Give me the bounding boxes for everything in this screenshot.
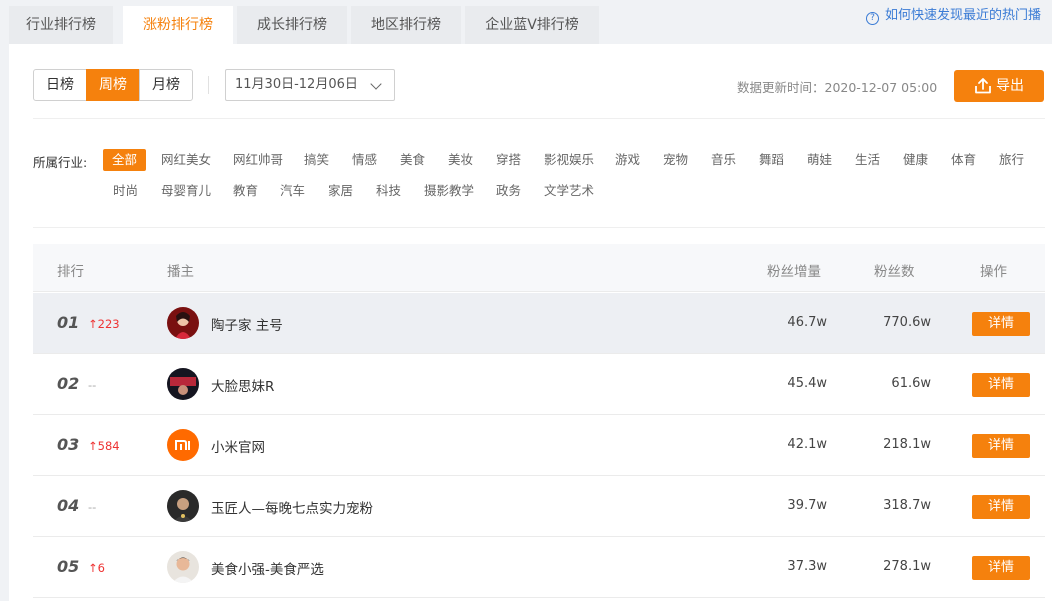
rank-number: 03 <box>57 435 80 454</box>
tab-fan-growth-ranking[interactable]: 涨粉排行榜 <box>123 6 233 44</box>
fan-count: 218.1w <box>883 437 931 452</box>
rank-change: ↑584 <box>88 439 120 453</box>
chevron-down-icon <box>370 78 382 90</box>
industry-chip[interactable]: 文学艺术 <box>544 180 594 202</box>
column-action: 操作 <box>980 264 1007 280</box>
fan-increase: 37.3w <box>787 559 827 574</box>
avatar[interactable] <box>167 368 199 400</box>
main-panel: 日榜 周榜 月榜 11月30日-12月06日 数据更新时间：2020-12-07… <box>9 44 1052 601</box>
update-time: 数据更新时间：2020-12-07 05:00 <box>737 80 938 95</box>
industry-chip[interactable]: 搞笑 <box>304 149 329 171</box>
period-weekly-button[interactable]: 周榜 <box>86 69 140 101</box>
divider <box>33 118 1045 119</box>
industry-chip[interactable]: 健康 <box>903 149 928 171</box>
period-monthly-button[interactable]: 月榜 <box>139 69 193 101</box>
export-button[interactable]: 导出 <box>954 70 1044 102</box>
fan-increase: 46.7w <box>787 315 827 330</box>
host-name[interactable]: 小米官网 <box>211 436 265 456</box>
fan-increase: 45.4w <box>787 376 827 391</box>
rank-number: 02 <box>57 374 80 393</box>
table-row[interactable]: 05 ↑6 美食小强-美食严选 37.3w 278.1w 详情 <box>33 537 1045 598</box>
host-name[interactable]: 陶子家 主号 <box>211 314 283 334</box>
industry-chip[interactable]: 旅行 <box>999 149 1024 171</box>
industry-chip[interactable]: 生活 <box>855 149 880 171</box>
industry-chip[interactable]: 汽车 <box>280 180 305 202</box>
industry-chip[interactable]: 萌娃 <box>807 149 832 171</box>
industry-chip[interactable]: 网红美女 <box>161 149 211 171</box>
detail-button[interactable]: 详情 <box>972 556 1030 580</box>
industry-chip[interactable]: 全部 <box>103 149 146 171</box>
divider <box>208 76 209 94</box>
industry-chip[interactable]: 舞蹈 <box>759 149 784 171</box>
detail-button[interactable]: 详情 <box>972 495 1030 519</box>
industry-chip[interactable]: 网红帅哥 <box>233 149 283 171</box>
avatar[interactable] <box>167 307 199 339</box>
industry-chip[interactable]: 教育 <box>233 180 258 202</box>
host-name[interactable]: 大脸思妹R <box>211 375 274 395</box>
question-icon: ? <box>866 12 879 25</box>
tab-enterprise-v-ranking[interactable]: 企业蓝V排行榜 <box>465 6 599 44</box>
host-name[interactable]: 美食小强-美食严选 <box>211 558 324 578</box>
fan-count: 278.1w <box>883 559 931 574</box>
table-header: 排行 播主 粉丝增量 粉丝数 操作 <box>33 244 1045 292</box>
industry-chip[interactable]: 美食 <box>400 149 425 171</box>
industry-chip[interactable]: 体育 <box>951 149 976 171</box>
period-daily-button[interactable]: 日榜 <box>33 69 87 101</box>
rank-change: -- <box>88 500 97 514</box>
fan-increase: 42.1w <box>787 437 827 452</box>
rank-number: 04 <box>57 496 80 515</box>
industry-chip[interactable]: 音乐 <box>711 149 736 171</box>
fan-increase: 39.7w <box>787 498 827 513</box>
tab-growth-ranking[interactable]: 成长排行榜 <box>237 6 347 44</box>
industry-chip[interactable]: 情感 <box>352 149 377 171</box>
tab-region-ranking[interactable]: 地区排行榜 <box>351 6 461 44</box>
industry-chip[interactable]: 游戏 <box>615 149 640 171</box>
column-fan-increase: 粉丝增量 <box>767 264 821 280</box>
export-icon <box>975 78 991 94</box>
fan-count: 318.7w <box>883 498 931 513</box>
rank-change: ↑6 <box>88 561 105 575</box>
industry-chip[interactable]: 时尚 <box>113 180 138 202</box>
column-fan-count: 粉丝数 <box>874 264 915 280</box>
detail-button[interactable]: 详情 <box>972 373 1030 397</box>
industry-chip[interactable]: 宠物 <box>663 149 688 171</box>
table-row[interactable]: 04 -- 玉匠人—每晚七点实力宠粉 39.7w 318.7w 详情 <box>33 476 1045 537</box>
industry-chip[interactable]: 家居 <box>328 180 353 202</box>
industry-chip[interactable]: 美妆 <box>448 149 473 171</box>
fan-count: 770.6w <box>883 315 931 330</box>
fan-count: 61.6w <box>891 376 931 391</box>
detail-button[interactable]: 详情 <box>972 434 1030 458</box>
ranking-tab-bar: 行业排行榜 涨粉排行榜 成长排行榜 地区排行榜 企业蓝V排行榜 ? 如何快速发现最… <box>0 0 1052 44</box>
table-row[interactable]: 03 ↑584 小米官网 42.1w 218.1w 详情 <box>33 415 1045 476</box>
rank-number: 05 <box>57 557 80 576</box>
host-name[interactable]: 玉匠人—每晚七点实力宠粉 <box>211 497 373 517</box>
industry-chip[interactable]: 政务 <box>496 180 521 202</box>
rank-change: -- <box>88 378 97 392</box>
industry-chip[interactable]: 摄影教学 <box>424 180 474 202</box>
industry-filter-label: 所属行业: <box>33 155 88 170</box>
avatar[interactable] <box>167 490 199 522</box>
date-range-select[interactable]: 11月30日-12月06日 <box>225 69 395 101</box>
tab-industry-ranking[interactable]: 行业排行榜 <box>9 6 113 44</box>
industry-chip[interactable]: 穿搭 <box>496 149 521 171</box>
detail-button[interactable]: 详情 <box>972 312 1030 336</box>
table-row[interactable]: 01 ↑223 陶子家 主号 46.7w 770.6w 详情 <box>33 293 1045 354</box>
date-range-value: 11月30日-12月06日 <box>235 77 358 92</box>
rank-change: ↑223 <box>88 317 120 331</box>
industry-chip[interactable]: 影视娱乐 <box>544 149 594 171</box>
industry-chip[interactable]: 科技 <box>376 180 401 202</box>
table-row[interactable]: 02 -- 大脸思妹R 45.4w 61.6w 详情 <box>33 354 1045 415</box>
export-label: 导出 <box>996 78 1024 94</box>
column-rank: 排行 <box>57 264 84 280</box>
divider <box>33 227 1045 228</box>
help-link[interactable]: ? 如何快速发现最近的热门播 <box>866 8 1041 25</box>
avatar[interactable] <box>167 551 199 583</box>
industry-chip[interactable]: 母婴育儿 <box>161 180 211 202</box>
rank-number: 01 <box>57 313 80 332</box>
help-link-text: 如何快速发现最近的热门播 <box>885 8 1042 23</box>
column-host: 播主 <box>167 264 194 280</box>
avatar[interactable] <box>167 429 199 461</box>
